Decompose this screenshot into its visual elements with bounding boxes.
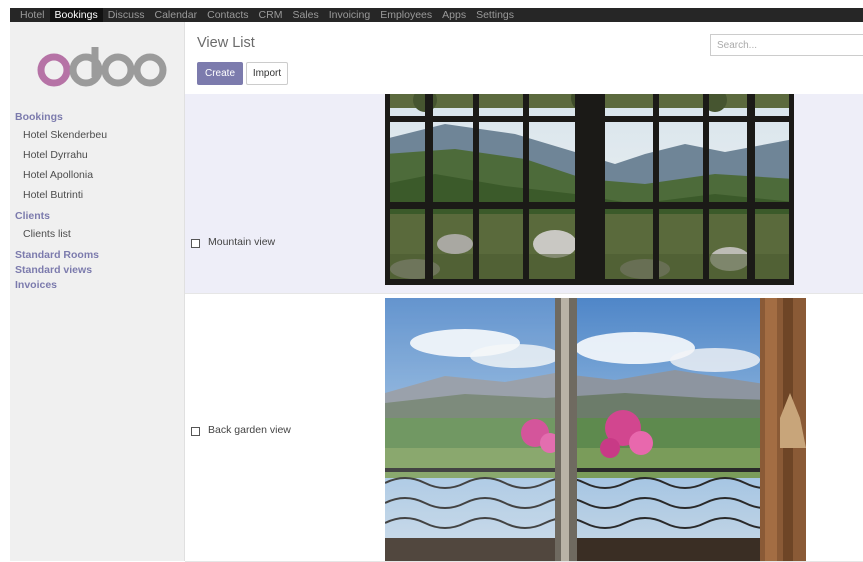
sidebar-nav: Bookings Hotel Skenderbeu Hotel Dyrrahu …	[10, 110, 184, 293]
garden-balcony-photo	[385, 298, 806, 561]
sidebar-item-hotel-dyrrahu[interactable]: Hotel Dyrrahu	[10, 145, 184, 165]
sidebar-item-clients-list[interactable]: Clients list	[10, 224, 184, 244]
import-button[interactable]: Import	[246, 62, 288, 85]
sidebar-section-clients[interactable]: Clients	[10, 209, 184, 224]
menu-hotel[interactable]: Hotel	[10, 8, 50, 22]
menu-contacts[interactable]: Contacts	[202, 8, 253, 22]
sidebar-section-invoices[interactable]: Invoices	[10, 278, 184, 293]
menu-settings[interactable]: Settings	[471, 8, 519, 22]
menu-crm[interactable]: CRM	[254, 8, 288, 22]
odoo-logo[interactable]	[30, 42, 170, 92]
menu-invoicing[interactable]: Invoicing	[324, 8, 375, 22]
row-checkbox[interactable]	[191, 427, 200, 436]
row-label: Back garden view	[208, 424, 291, 436]
row-label: Mountain view	[208, 236, 276, 248]
menu-discuss[interactable]: Discuss	[103, 8, 150, 22]
menu-calendar[interactable]: Calendar	[149, 8, 202, 22]
sidebar-section-standard-rooms[interactable]: Standard Rooms	[10, 248, 184, 263]
main-content: View List Create Import Mountain view	[185, 22, 863, 562]
menu-bookings[interactable]: Bookings	[49, 8, 103, 22]
sidebar: Bookings Hotel Skenderbeu Hotel Dyrrahu …	[10, 22, 185, 561]
sidebar-item-hotel-butrinti[interactable]: Hotel Butrinti	[10, 185, 184, 205]
top-menu-bar: Hotel Bookings Discuss Calendar Contacts…	[10, 8, 863, 22]
search-input[interactable]	[710, 34, 863, 56]
mountain-view-photo	[385, 94, 794, 285]
row-checkbox[interactable]	[191, 239, 200, 248]
sidebar-section-standard-views[interactable]: Standard views	[10, 263, 184, 278]
list-item[interactable]: Back garden view	[185, 294, 863, 562]
list-item[interactable]: Mountain view	[185, 94, 863, 294]
control-panel: View List Create Import	[185, 22, 863, 94]
menu-sales[interactable]: Sales	[287, 8, 323, 22]
create-button[interactable]: Create	[197, 62, 243, 85]
menu-employees[interactable]: Employees	[375, 8, 437, 22]
sidebar-section-bookings[interactable]: Bookings	[10, 110, 184, 125]
sidebar-item-hotel-apollonia[interactable]: Hotel Apollonia	[10, 165, 184, 185]
menu-apps[interactable]: Apps	[437, 8, 471, 22]
sidebar-item-hotel-skenderbeu[interactable]: Hotel Skenderbeu	[10, 125, 184, 145]
record-list: Mountain view Back garden view	[185, 94, 863, 562]
page-title: View List	[197, 35, 255, 51]
